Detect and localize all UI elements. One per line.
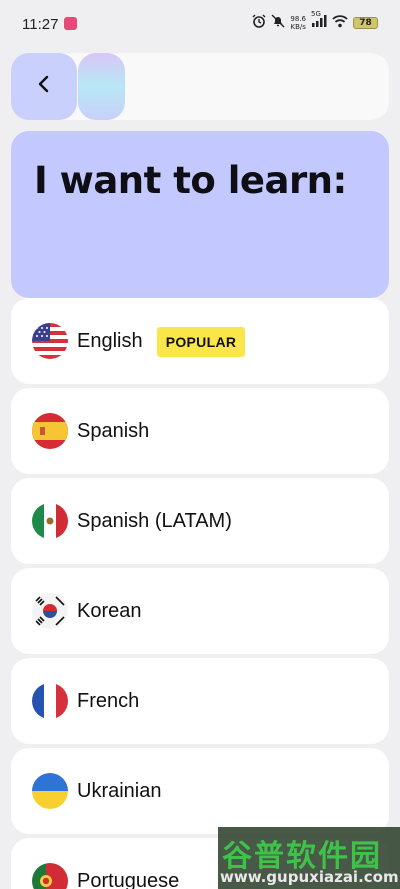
chevron-left-icon [37,75,51,98]
language-label: English [77,329,143,352]
list-item-french[interactable]: French [11,658,389,744]
status-bar: 11:27 98.6 KB/s 5G 78 [0,0,400,46]
hero-card: I want to learn: [11,131,389,298]
language-label: French [77,689,140,712]
mexico-flag-icon [32,503,68,539]
top-bar [11,53,389,120]
list-item-spanish-latam[interactable]: Spanish (LATAM) [11,478,389,564]
language-label: Spanish [77,419,150,442]
alarm-icon [252,14,266,33]
list-item-ukrainian[interactable]: Ukrainian [11,748,389,834]
language-label: Ukrainian [77,779,162,802]
page-title: I want to learn: [34,159,347,202]
network-speed-unit: KB/s [290,23,306,31]
south-korea-flag-icon [32,593,68,629]
spain-flag-icon [32,413,68,449]
list-item-english[interactable]: English POPULAR [11,298,389,384]
progress-bar-fill [78,53,125,120]
network-speed: 98.6 KB/s [290,15,306,31]
cellular-signal-icon: 5G [311,10,327,33]
list-item-spanish[interactable]: Spanish [11,388,389,474]
ukraine-flag-icon [32,773,68,809]
battery-indicator: 78 [353,17,378,29]
popular-badge: POPULAR [157,327,245,357]
portugal-flag-icon [32,863,68,889]
progress-bar [78,53,389,120]
back-button[interactable] [11,53,77,120]
list-item-korean[interactable]: Korean [11,568,389,654]
language-label: Portuguese [77,869,180,889]
language-label: Korean [77,599,142,622]
watermark-url: www.gupuxiazai.com [220,868,399,886]
us-flag-icon [32,323,68,359]
language-label: Spanish (LATAM) [77,509,232,532]
status-time: 11:27 [22,16,59,33]
network-speed-value: 98.6 [290,15,306,23]
watermark: 谷普软件园 www.gupuxiazai.com [218,827,400,889]
status-icons: 98.6 KB/s 5G 78 [252,10,378,33]
wifi-icon [332,14,348,33]
app-notification-icon [64,17,77,30]
france-flag-icon [32,683,68,719]
signal-label: 5G [311,9,321,18]
mute-bell-icon [271,14,285,33]
